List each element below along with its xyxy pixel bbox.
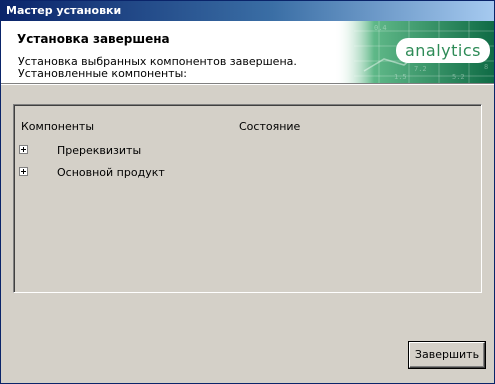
svg-text:5.2: 5.2 [452, 73, 465, 81]
svg-text:1.5: 1.5 [394, 73, 407, 81]
expand-icon[interactable] [19, 145, 28, 154]
svg-text:0.4: 0.4 [374, 24, 387, 32]
expand-icon[interactable] [19, 167, 28, 176]
installer-window: Мастер установки Установка завершена Уст… [0, 0, 495, 384]
tree-item-label: Основной продукт [57, 166, 165, 179]
components-tree[interactable]: Компоненты Состояние Пререквизиты Основн… [13, 104, 482, 293]
brand-banner: 0.4 7.2 5.2 8 1.5 analytics [334, 21, 494, 83]
svg-text:7.2: 7.2 [414, 65, 427, 73]
finish-button[interactable]: Завершить [408, 341, 486, 369]
title-bar[interactable]: Мастер установки [1, 1, 494, 21]
header-separator [1, 83, 494, 85]
page-title: Установка завершена [17, 32, 170, 46]
column-header-components: Компоненты [21, 120, 95, 133]
brand-logo-text: analytics [404, 41, 481, 60]
wizard-header: Установка завершена Установка выбранных … [1, 21, 494, 83]
svg-text:8: 8 [484, 63, 488, 71]
page-description: Установка выбранных компонентов завершен… [18, 56, 297, 80]
column-header-status: Состояние [239, 120, 301, 133]
tree-item-label: Пререквизиты [57, 144, 142, 157]
window-title: Мастер установки [6, 4, 122, 17]
description-line-2: Установленные компоненты: [18, 67, 187, 80]
